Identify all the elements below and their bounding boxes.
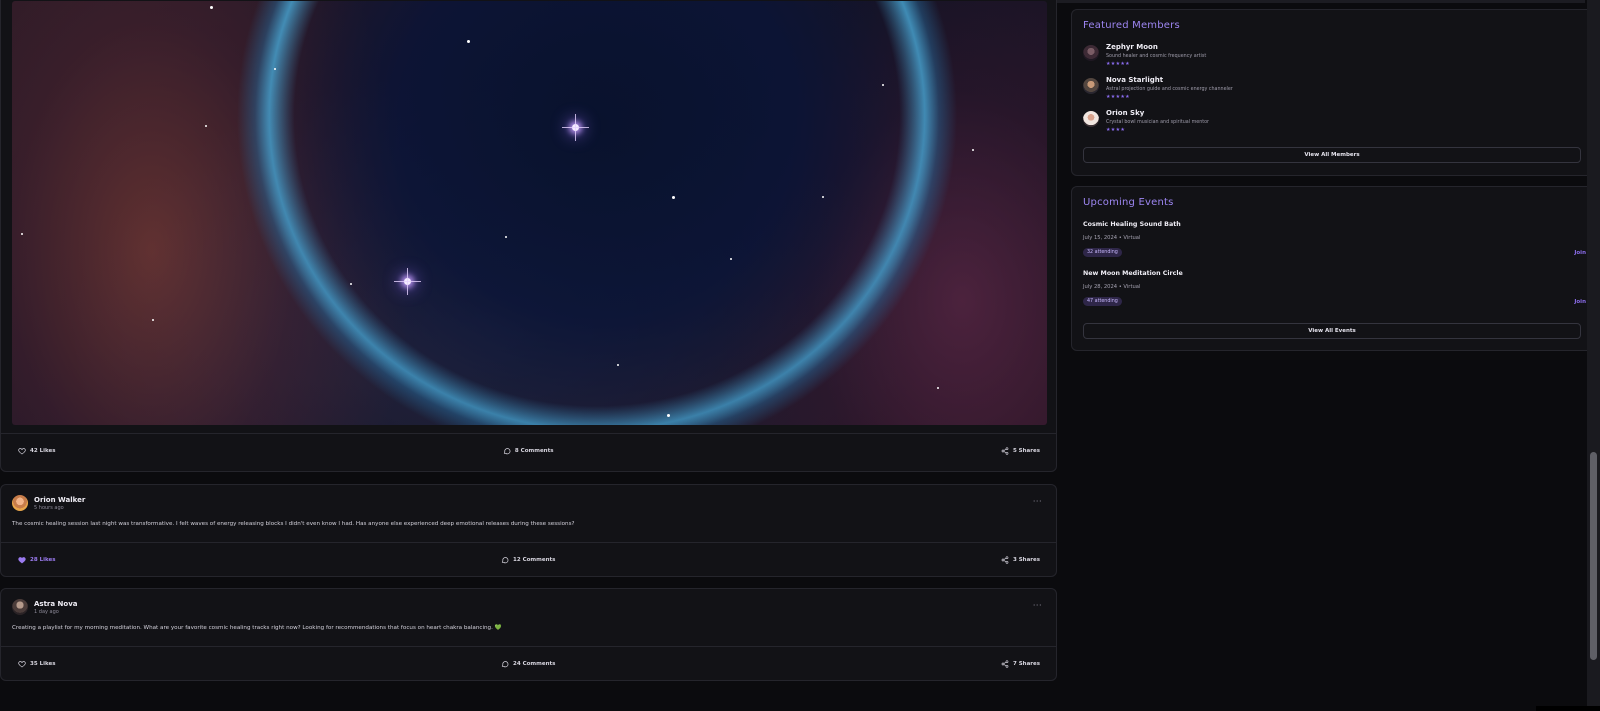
post-actions: 42 Likes 8 Comments 5 Shares (1, 433, 1056, 467)
star (21, 233, 23, 235)
share-button[interactable]: 7 Shares (1001, 659, 1040, 668)
avatar (1083, 45, 1099, 61)
page-scrollbar[interactable] (1587, 0, 1600, 711)
like-count: 35 Likes (30, 660, 56, 667)
join-button[interactable]: Join (1574, 299, 1586, 305)
heart-icon (18, 447, 26, 454)
post-author[interactable]: Astra Nova (34, 600, 78, 608)
member-item[interactable]: Zephyr Moon Sound healer and cosmic freq… (1083, 43, 1206, 67)
post-body: The cosmic healing session last night wa… (12, 521, 575, 527)
star (274, 68, 276, 70)
star-rating: ★★★★ (1106, 127, 1126, 133)
like-button[interactable]: 28 Likes (18, 556, 55, 564)
attending-badge: 47 attending (1083, 297, 1122, 306)
comment-icon (501, 556, 509, 563)
avatar[interactable] (12, 599, 28, 615)
star (882, 84, 884, 86)
member-description: Astral projection guide and cosmic energ… (1106, 87, 1233, 92)
join-button[interactable]: Join (1574, 250, 1586, 256)
comment-count: 24 Comments (513, 660, 556, 667)
share-button[interactable]: 5 Shares (1001, 446, 1040, 455)
featured-members-panel: Featured Members Zephyr Moon Sound heale… (1071, 9, 1593, 176)
share-icon (1001, 659, 1009, 668)
event-title[interactable]: New Moon Meditation Circle (1083, 270, 1183, 277)
member-description: Sound healer and cosmic frequency artist (1106, 54, 1207, 59)
star (350, 283, 352, 285)
image-post-card: 42 Likes 8 Comments 5 Shares (0, 0, 1057, 472)
star (205, 125, 207, 127)
post-time: 5 hours ago (34, 504, 64, 511)
event-title[interactable]: Cosmic Healing Sound Bath (1083, 221, 1181, 228)
avatar (1083, 78, 1099, 94)
star-rating: ★★★★★ (1106, 94, 1130, 100)
panel-title: Upcoming Events (1083, 197, 1174, 208)
avatar (1083, 111, 1099, 127)
event-meta: July 28, 2024 • Virtual (1083, 284, 1141, 290)
scrollbar-thumb[interactable] (1590, 452, 1597, 660)
avatar[interactable] (12, 495, 28, 511)
comment-count: 8 Comments (514, 447, 554, 454)
green-heart-icon: 💚 (494, 625, 502, 631)
star (152, 319, 154, 321)
comment-button[interactable]: 24 Comments (501, 660, 555, 668)
more-icon[interactable]: ··· (1033, 497, 1042, 506)
star (505, 236, 507, 238)
star (672, 196, 675, 199)
star (210, 6, 213, 9)
event-meta: July 15, 2024 • Virtual (1083, 235, 1141, 241)
upcoming-events-panel: Upcoming Events Cosmic Healing Sound Bat… (1071, 186, 1593, 351)
like-count: 42 Likes (30, 447, 56, 454)
share-count: 7 Shares (1012, 660, 1040, 667)
share-count: 5 Shares (1012, 447, 1040, 454)
like-button[interactable]: 42 Likes (18, 447, 55, 455)
post-header: Astra Nova 1 day ago (12, 599, 78, 615)
star (730, 258, 732, 260)
post-body: Creating a playlist for my morning medit… (12, 625, 493, 631)
comment-button[interactable]: 12 Comments (501, 556, 555, 564)
star (937, 387, 939, 389)
member-item[interactable]: Orion Sky Crystal bowl musician and spir… (1083, 109, 1209, 133)
comment-count: 12 Comments (513, 556, 556, 563)
attending-badge: 32 attending (1083, 248, 1122, 257)
member-description: Crystal bowl musician and spiritual ment… (1106, 120, 1210, 125)
heart-icon (18, 556, 26, 563)
member-name: Orion Sky (1106, 109, 1145, 117)
post-header: Orion Walker 5 hours ago (12, 495, 85, 511)
like-button[interactable]: 35 Likes (18, 660, 55, 668)
like-count: 28 Likes (30, 556, 56, 563)
member-name: Nova Starlight (1106, 76, 1164, 84)
star (394, 268, 421, 295)
member-item[interactable]: Nova Starlight Astral projection guide a… (1083, 76, 1233, 100)
share-icon (1001, 446, 1009, 455)
comment-button[interactable]: 8 Comments (503, 447, 554, 455)
star (467, 40, 470, 43)
share-button[interactable]: 3 Shares (1001, 555, 1040, 564)
share-count: 3 Shares (1012, 556, 1040, 563)
comment-icon (501, 660, 509, 667)
post-image[interactable] (12, 1, 1047, 425)
post-author[interactable]: Orion Walker (34, 496, 85, 504)
post-actions: 28 Likes 12 Comments 3 Shares (1, 542, 1056, 576)
member-name: Zephyr Moon (1106, 43, 1158, 51)
star (562, 114, 589, 141)
share-icon (1001, 555, 1009, 564)
post-card: Astra Nova 1 day ago ··· Creating a play… (0, 588, 1057, 681)
post-text: Creating a playlist for my morning medit… (12, 625, 502, 631)
post-time: 1 day ago (34, 608, 59, 615)
star (617, 364, 619, 366)
heart-icon (18, 660, 26, 667)
view-all-members-button[interactable]: View All Members (1083, 147, 1581, 163)
more-icon[interactable]: ··· (1033, 601, 1042, 610)
star (667, 414, 670, 417)
star (972, 149, 974, 151)
panel-title: Featured Members (1083, 20, 1180, 31)
post-actions: 35 Likes 24 Comments 7 Shares (1, 646, 1056, 680)
post-text: The cosmic healing session last night wa… (12, 521, 574, 527)
window-corner (1536, 706, 1600, 711)
star (822, 196, 824, 198)
view-all-events-button[interactable]: View All Events (1083, 323, 1581, 339)
comment-icon (503, 447, 511, 454)
post-card: Orion Walker 5 hours ago ··· The cosmic … (0, 484, 1057, 577)
star-rating: ★★★★★ (1106, 61, 1130, 67)
